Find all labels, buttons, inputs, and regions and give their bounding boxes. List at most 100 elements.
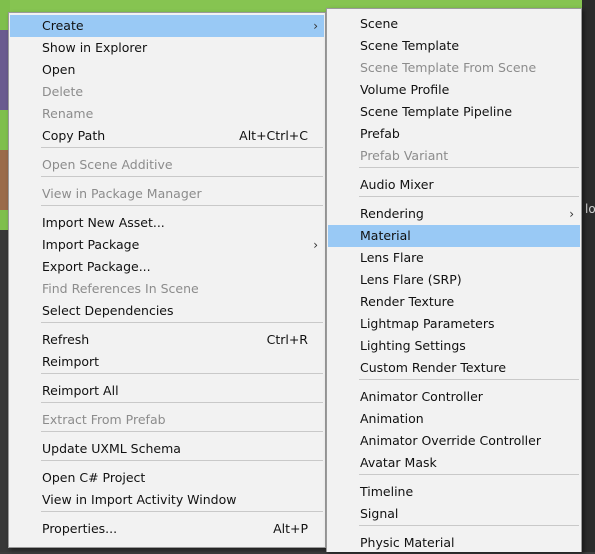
- menu-item-label: Animator Controller: [360, 389, 483, 404]
- menu-item-label: Show in Explorer: [42, 40, 148, 55]
- menu-item-label: Lightmap Parameters: [360, 316, 495, 331]
- chevron-right-icon: ›: [313, 19, 318, 33]
- menu-item-audio-mixer[interactable]: Audio Mixer: [328, 174, 580, 196]
- menu-item-label: Scene Template From Scene: [360, 60, 537, 75]
- menu-item-label: Avatar Mask: [360, 455, 437, 470]
- menu-item-animator-controller[interactable]: Animator Controller: [328, 386, 580, 408]
- menu-item-open-c-project[interactable]: Open C# Project: [10, 467, 324, 489]
- menu-item-material[interactable]: Material: [328, 225, 580, 247]
- menu-separator: [359, 525, 579, 526]
- menu-item-custom-render-texture[interactable]: Custom Render Texture: [328, 357, 580, 379]
- menu-separator: [359, 379, 579, 380]
- menu-item-label: Animation: [360, 411, 424, 426]
- menu-item-find-references-in-scene: Find References In Scene: [10, 278, 324, 300]
- menu-separator: [41, 402, 323, 403]
- menu-item-open[interactable]: Open: [10, 59, 324, 81]
- menu-separator: [41, 460, 323, 461]
- menu-item-import-package[interactable]: Import Package ›: [10, 234, 324, 256]
- menu-item-delete: Delete: [10, 81, 324, 103]
- menu-item-label: Delete: [42, 84, 84, 99]
- menu-item-create[interactable]: Create ›: [10, 15, 324, 37]
- menu-item-label: Animator Override Controller: [360, 433, 541, 448]
- menu-item-import-new-asset[interactable]: Import New Asset...: [10, 212, 324, 234]
- menu-item-label: Find References In Scene: [42, 281, 199, 296]
- menu-item-label: Rendering: [360, 206, 424, 221]
- menu-item-label: Open Scene Additive: [42, 157, 173, 172]
- menu-separator: [359, 196, 579, 197]
- menu-item-animator-override-controller[interactable]: Animator Override Controller: [328, 430, 580, 452]
- menu-item-physic-material[interactable]: Physic Material: [328, 532, 580, 554]
- menu-item-properties[interactable]: Properties... Alt+P: [10, 518, 324, 540]
- menu-item-label: Select Dependencies: [42, 303, 174, 318]
- menu-item-signal[interactable]: Signal: [328, 503, 580, 525]
- menu-item-label: Import New Asset...: [42, 215, 165, 230]
- menu-item-label: Render Texture: [360, 294, 455, 309]
- menu-item-update-uxml-schema[interactable]: Update UXML Schema: [10, 438, 324, 460]
- menu-item-label: Lens Flare (SRP): [360, 272, 462, 287]
- menu-item-prefab[interactable]: Prefab: [328, 123, 580, 145]
- context-menu: Create › Show in Explorer Open Delete Rename C…: [8, 12, 326, 548]
- menu-item-lighting-settings[interactable]: Lighting Settings: [328, 335, 580, 357]
- menu-item-lens-flare[interactable]: Lens Flare: [328, 247, 580, 269]
- menu-separator: [41, 511, 323, 512]
- menu-item-avatar-mask[interactable]: Avatar Mask: [328, 452, 580, 474]
- menu-item-reimport-all[interactable]: Reimport All: [10, 380, 324, 402]
- menu-item-label: Update UXML Schema: [42, 441, 181, 456]
- menu-item-label: Lighting Settings: [360, 338, 466, 353]
- menu-separator: [41, 322, 323, 323]
- menu-item-timeline[interactable]: Timeline: [328, 481, 580, 503]
- menu-item-scene-template-from-scene: Scene Template From Scene: [328, 57, 580, 79]
- menu-item-show-in-explorer[interactable]: Show in Explorer: [10, 37, 324, 59]
- menu-item-label: Import Package: [42, 237, 140, 252]
- menu-item-shortcut: Ctrl+R: [266, 332, 308, 347]
- menu-item-label: Prefab Variant: [360, 148, 449, 163]
- menu-separator: [41, 147, 323, 148]
- menu-item-scene-template-pipeline[interactable]: Scene Template Pipeline: [328, 101, 580, 123]
- menu-item-lens-flare-srp[interactable]: Lens Flare (SRP): [328, 269, 580, 291]
- menu-item-label: Copy Path: [42, 128, 106, 143]
- right-panel: [582, 0, 595, 552]
- menu-item-label: Physic Material: [360, 535, 455, 550]
- menu-item-label: Extract From Prefab: [42, 412, 166, 427]
- chevron-right-icon: ›: [569, 207, 574, 221]
- menu-item-shortcut: Alt+Ctrl+C: [239, 128, 308, 143]
- menu-item-label: Prefab: [360, 126, 400, 141]
- menu-item-label: Lens Flare: [360, 250, 424, 265]
- menu-item-reimport[interactable]: Reimport: [10, 351, 324, 373]
- menu-separator: [41, 205, 323, 206]
- menu-item-label: Scene Template Pipeline: [360, 104, 513, 119]
- menu-item-select-dependencies[interactable]: Select Dependencies: [10, 300, 324, 322]
- menu-item-label: Scene Template: [360, 38, 460, 53]
- menu-item-label: Rename: [42, 106, 94, 121]
- menu-item-prefab-variant: Prefab Variant: [328, 145, 580, 167]
- menu-item-scene[interactable]: Scene: [328, 13, 580, 35]
- menu-item-open-scene-additive: Open Scene Additive: [10, 154, 324, 176]
- menu-separator: [41, 373, 323, 374]
- menu-item-label: Open: [42, 62, 76, 77]
- menu-item-label: Scene: [360, 16, 399, 31]
- menu-item-scene-template[interactable]: Scene Template: [328, 35, 580, 57]
- chevron-right-icon: ›: [313, 238, 318, 252]
- menu-separator: [41, 431, 323, 432]
- menu-item-view-in-import-activity-window[interactable]: View in Import Activity Window: [10, 489, 324, 511]
- menu-item-extract-from-prefab: Extract From Prefab: [10, 409, 324, 431]
- menu-separator: [359, 167, 579, 168]
- menu-item-label: Refresh: [42, 332, 90, 347]
- menu-item-lightmap-parameters[interactable]: Lightmap Parameters: [328, 313, 580, 335]
- menu-item-label: Open C# Project: [42, 470, 146, 485]
- menu-item-render-texture[interactable]: Render Texture: [328, 291, 580, 313]
- menu-item-volume-profile[interactable]: Volume Profile: [328, 79, 580, 101]
- menu-item-copy-path[interactable]: Copy Path Alt+Ctrl+C: [10, 125, 324, 147]
- menu-separator: [41, 176, 323, 177]
- menu-item-rename: Rename: [10, 103, 324, 125]
- menu-item-export-package[interactable]: Export Package...: [10, 256, 324, 278]
- menu-item-view-in-package-manager: View in Package Manager: [10, 183, 324, 205]
- menu-item-label: Material: [360, 228, 411, 243]
- menu-item-label: Audio Mixer: [360, 177, 434, 192]
- menu-item-rendering[interactable]: Rendering ›: [328, 203, 580, 225]
- menu-separator: [359, 474, 579, 475]
- menu-item-shortcut: Alt+P: [273, 521, 308, 536]
- menu-item-refresh[interactable]: Refresh Ctrl+R: [10, 329, 324, 351]
- menu-item-label: Reimport All: [42, 383, 119, 398]
- menu-item-animation[interactable]: Animation: [328, 408, 580, 430]
